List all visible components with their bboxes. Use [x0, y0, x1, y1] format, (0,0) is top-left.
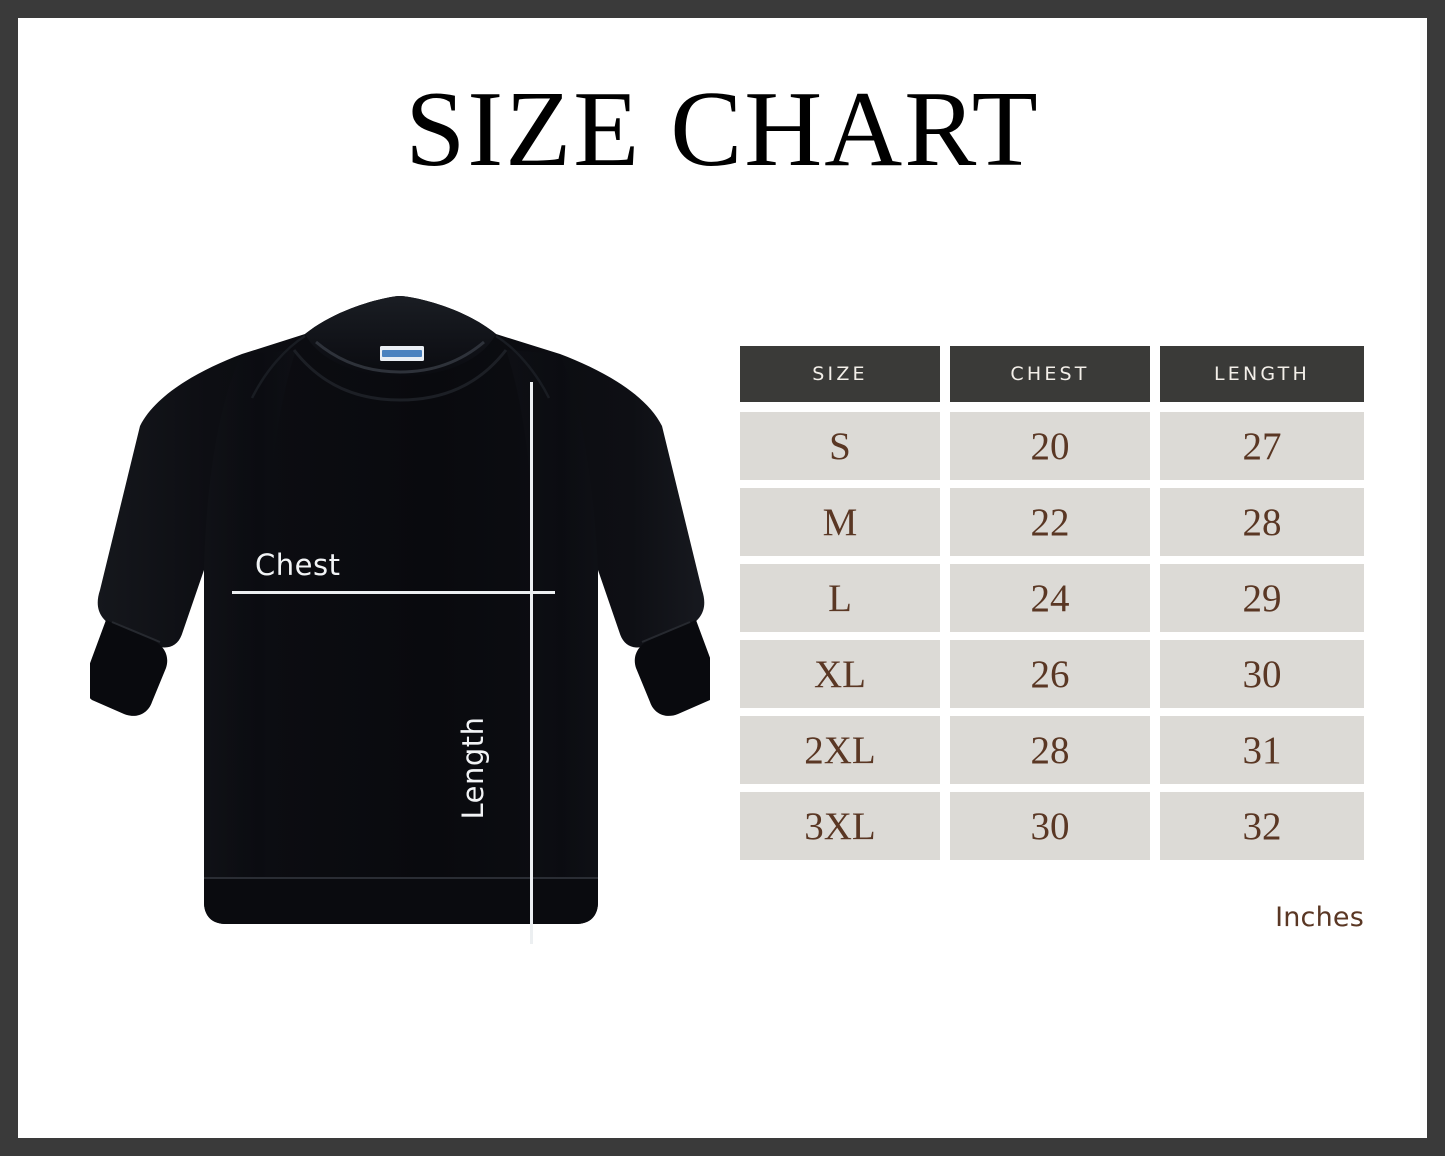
table-row: XL 26 30: [740, 640, 1364, 708]
cell-size: M: [740, 488, 940, 556]
units-label: Inches: [1275, 902, 1364, 933]
cell-length: 32: [1160, 792, 1364, 860]
size-chart-page: SIZE CHART Chest Length SIZE CHEST LENGT…: [0, 0, 1445, 1156]
cell-size: L: [740, 564, 940, 632]
cell-size: 2XL: [740, 716, 940, 784]
column-header-length: LENGTH: [1160, 346, 1364, 402]
column-header-size: SIZE: [740, 346, 940, 402]
table-row: S 20 27: [740, 412, 1364, 480]
cell-length: 29: [1160, 564, 1364, 632]
sweatshirt-hem: [204, 878, 598, 924]
cell-chest: 26: [950, 640, 1150, 708]
cell-size: S: [740, 412, 940, 480]
content-frame: SIZE CHART Chest Length SIZE CHEST LENGT…: [18, 18, 1427, 1138]
cell-size: 3XL: [740, 792, 940, 860]
cell-chest: 28: [950, 716, 1150, 784]
cell-chest: 24: [950, 564, 1150, 632]
cell-length: 27: [1160, 412, 1364, 480]
column-header-chest: CHEST: [950, 346, 1150, 402]
table-row: L 24 29: [740, 564, 1364, 632]
brand-tag-logo-icon: [382, 350, 422, 357]
table-row: 3XL 30 32: [740, 792, 1364, 860]
cell-chest: 30: [950, 792, 1150, 860]
cell-size: XL: [740, 640, 940, 708]
sweatshirt-icon: [90, 296, 710, 924]
size-table: SIZE CHEST LENGTH S 20 27 M 22 28 L 24 2…: [740, 346, 1364, 860]
table-row: M 22 28: [740, 488, 1364, 556]
garment-illustration: Chest Length: [90, 290, 710, 970]
page-title: SIZE CHART: [405, 70, 1040, 189]
cell-length: 31: [1160, 716, 1364, 784]
cell-length: 30: [1160, 640, 1364, 708]
table-header-row: SIZE CHEST LENGTH: [740, 346, 1364, 402]
cell-length: 28: [1160, 488, 1364, 556]
cell-chest: 20: [950, 412, 1150, 480]
table-row: 2XL 28 31: [740, 716, 1364, 784]
cell-chest: 22: [950, 488, 1150, 556]
sweatshirt-body: [97, 296, 705, 924]
